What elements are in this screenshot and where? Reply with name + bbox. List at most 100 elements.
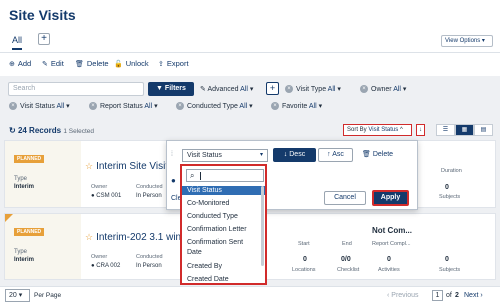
desc-label: Desc [289,151,306,158]
records-count: ↻ 24 Records 1 Selected [9,126,94,135]
owner-value: ● CRA 002 [91,263,120,269]
subjects-label: Subjects [439,194,461,200]
conducted-type-filter-chip[interactable]: × Conducted Type All ▾ [176,100,253,113]
duration-label: Duration [441,168,462,174]
delete-sort-button[interactable]: 🗑 Delete [362,150,393,158]
close-icon[interactable]: × [89,102,97,111]
cancel-button[interactable]: Cancel [324,191,366,205]
type-label: Type [14,249,28,255]
drag-handle-icon[interactable]: ⁞ [171,151,173,158]
edit-button[interactable]: ✎ Edit [42,59,64,68]
view-options-label: View Options [445,38,481,44]
listbox-scrollbar[interactable] [261,186,264,266]
next-label: Next [464,292,479,299]
add-button[interactable]: ⊕ Add [9,59,31,68]
tab-all[interactable]: All [12,35,23,50]
favorite-value: All [308,103,317,110]
subjects-value: 0 [445,256,449,263]
delete-sort-label: Delete [372,151,394,158]
export-button[interactable]: ⇪ Export [158,59,189,68]
visit-type-value: All [327,86,336,93]
status-badge: PLANNED [14,228,45,236]
add-tab-button[interactable]: + [38,33,50,45]
close-icon[interactable]: × [285,85,293,94]
listbox-option-continued[interactable]: Date [182,248,265,257]
apply-button[interactable]: Apply [372,190,409,206]
star-icon[interactable]: ☆ [85,232,93,242]
visit-status-filter-chip[interactable]: × Visit Status All ▾ [9,100,70,113]
per-page-value: 20 [9,292,17,299]
export-label: Export [166,59,189,68]
refresh-icon[interactable]: ↻ [9,126,18,135]
filters-button[interactable]: ▼ Filters [148,82,194,96]
owner-filter-chip[interactable]: × Owner All ▾ [360,83,406,96]
close-icon[interactable]: × [176,102,184,111]
next-button[interactable]: Next › [464,292,483,299]
status-corner [5,214,13,222]
delete-button[interactable]: 🗑 Delete [75,59,109,68]
action-toolbar: ⊕ Add ✎ Edit 🗑 Delete 🔓 Unlock ⇪ Export [0,52,500,76]
listbox-search-input[interactable]: ⌕ [186,169,264,182]
list-view-icon[interactable]: ☰ [436,124,455,136]
previous-button[interactable]: ‹ Previous [387,292,419,299]
listbox-option[interactable]: Visit Status [182,186,265,195]
trash-icon: 🗑 [75,61,84,68]
owner-value: ● CSM 001 [91,193,121,199]
card-title[interactable]: ☆ Interim-202 3.1 wind [85,232,187,243]
add-filter-button[interactable]: + [266,82,279,95]
sort-direction-button[interactable]: ↓ [416,124,425,136]
card-view-icon[interactable]: ▦ [455,124,474,136]
listbox-option[interactable]: Created Date [182,275,265,284]
favorite-filter-chip[interactable]: × Favorite All ▾ [271,100,322,113]
status-badge: PLANNED [14,155,45,163]
view-mode-switcher: ☰ ▦ ▤ [436,124,493,136]
visit-status-label: Visit Status [20,103,55,110]
report-status-filter-chip[interactable]: × Report Status All ▾ [89,100,158,113]
listbox-option[interactable]: Confirmation Sent [182,238,265,247]
visit-type-filter-chip[interactable]: × Visit Type All ▾ [285,83,341,96]
close-icon[interactable]: × [360,85,368,94]
conducted-type-value: All [239,103,248,110]
card-title-text: Interim Site Visit [96,161,169,172]
per-page-select[interactable]: 20 ▾ [5,289,30,302]
add-sort-icon[interactable]: ● [171,176,176,185]
listbox-option[interactable]: Confirmation Letter [182,225,265,234]
filter-icon: ▼ [156,85,165,92]
filters-label: Filters [164,85,186,92]
listbox-option[interactable]: Co-Monitored [182,199,265,208]
conducted-label: Conducted [136,184,163,190]
view-options-dropdown[interactable]: View Options ▾ [441,35,493,47]
visit-status-value: All [56,103,65,110]
sort-arrow-icon: ↓ [419,127,422,133]
avatar: ● [91,193,95,199]
close-icon[interactable]: × [271,102,279,111]
pencil-icon: ✎ [42,61,48,68]
sort-desc-button[interactable]: ↓ Desc [273,148,316,162]
sort-by-dropdown[interactable]: Sort By Visit Status ^ [343,124,412,136]
tab-all-label: All [12,35,23,50]
unlock-button[interactable]: 🔓 Unlock [114,59,149,68]
calendar-view-icon[interactable]: ▤ [474,124,493,136]
checklist-value: 0/0 [341,256,351,263]
end-label: End [342,241,352,247]
asc-label: Asc [332,151,344,158]
star-icon[interactable]: ☆ [85,161,93,171]
close-icon[interactable]: × [9,102,17,111]
listbox-option[interactable]: Conducted Type [182,212,265,221]
card-title[interactable]: ☆ Interim Site Visit [85,161,168,172]
page-number-input[interactable]: 1 [432,290,443,301]
listbox-option[interactable]: Created By [182,262,265,271]
conducted-value: In Person [136,263,162,269]
of-label: of [446,292,452,299]
sort-asc-button[interactable]: ↑ Asc [318,148,353,162]
search-icon: ⌕ [190,171,195,180]
subjects-value: 0 [445,184,449,191]
sort-field-select[interactable]: Visit Status ▾ [182,149,268,162]
search-input[interactable]: Search [8,82,144,96]
sort-by-value: Visit Status [368,127,399,133]
records-label: 24 Records [17,126,62,135]
sort-by-label: Sort By [347,127,367,133]
owner-label: Owner [371,86,392,93]
owner-value: All [393,86,401,93]
advanced-filter-chip[interactable]: ✎ Advanced All ▾ [200,83,253,96]
